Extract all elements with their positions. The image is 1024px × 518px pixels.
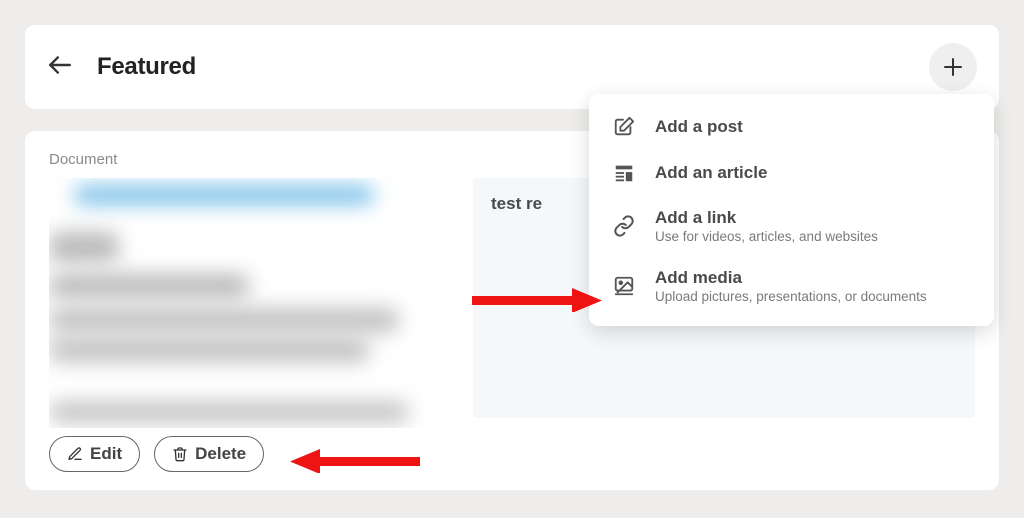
delete-button[interactable]: Delete <box>154 436 264 472</box>
menu-item-add-link[interactable]: Add a link Use for videos, articles, and… <box>593 196 990 256</box>
edit-button-label: Edit <box>90 444 122 464</box>
page-title: Featured <box>97 53 196 81</box>
delete-button-label: Delete <box>195 444 246 464</box>
add-featured-button[interactable] <box>929 43 977 91</box>
compose-icon <box>611 116 637 138</box>
add-featured-menu: Add a post Add an article Add a link Use… <box>589 94 994 326</box>
document-preview-title: test re <box>491 194 542 213</box>
document-thumbnail[interactable] <box>49 178 459 428</box>
menu-item-add-article[interactable]: Add an article <box>593 150 990 196</box>
annotation-arrow <box>472 288 602 312</box>
back-icon[interactable] <box>47 52 73 83</box>
menu-item-label: Add a link <box>655 208 878 228</box>
media-icon <box>611 275 637 297</box>
menu-item-sublabel: Upload pictures, presentations, or docum… <box>655 289 927 304</box>
menu-item-sublabel: Use for videos, articles, and websites <box>655 229 878 244</box>
menu-item-add-post[interactable]: Add a post <box>593 104 990 150</box>
menu-item-label: Add media <box>655 268 927 288</box>
menu-item-label: Add a post <box>655 117 743 137</box>
edit-button[interactable]: Edit <box>49 436 140 472</box>
link-icon <box>611 215 637 237</box>
article-icon <box>611 162 637 184</box>
trash-icon <box>172 446 188 462</box>
annotation-arrow <box>290 449 420 473</box>
menu-item-label: Add an article <box>655 163 767 183</box>
pencil-icon <box>67 446 83 462</box>
menu-item-add-media[interactable]: Add media Upload pictures, presentations… <box>593 256 990 316</box>
